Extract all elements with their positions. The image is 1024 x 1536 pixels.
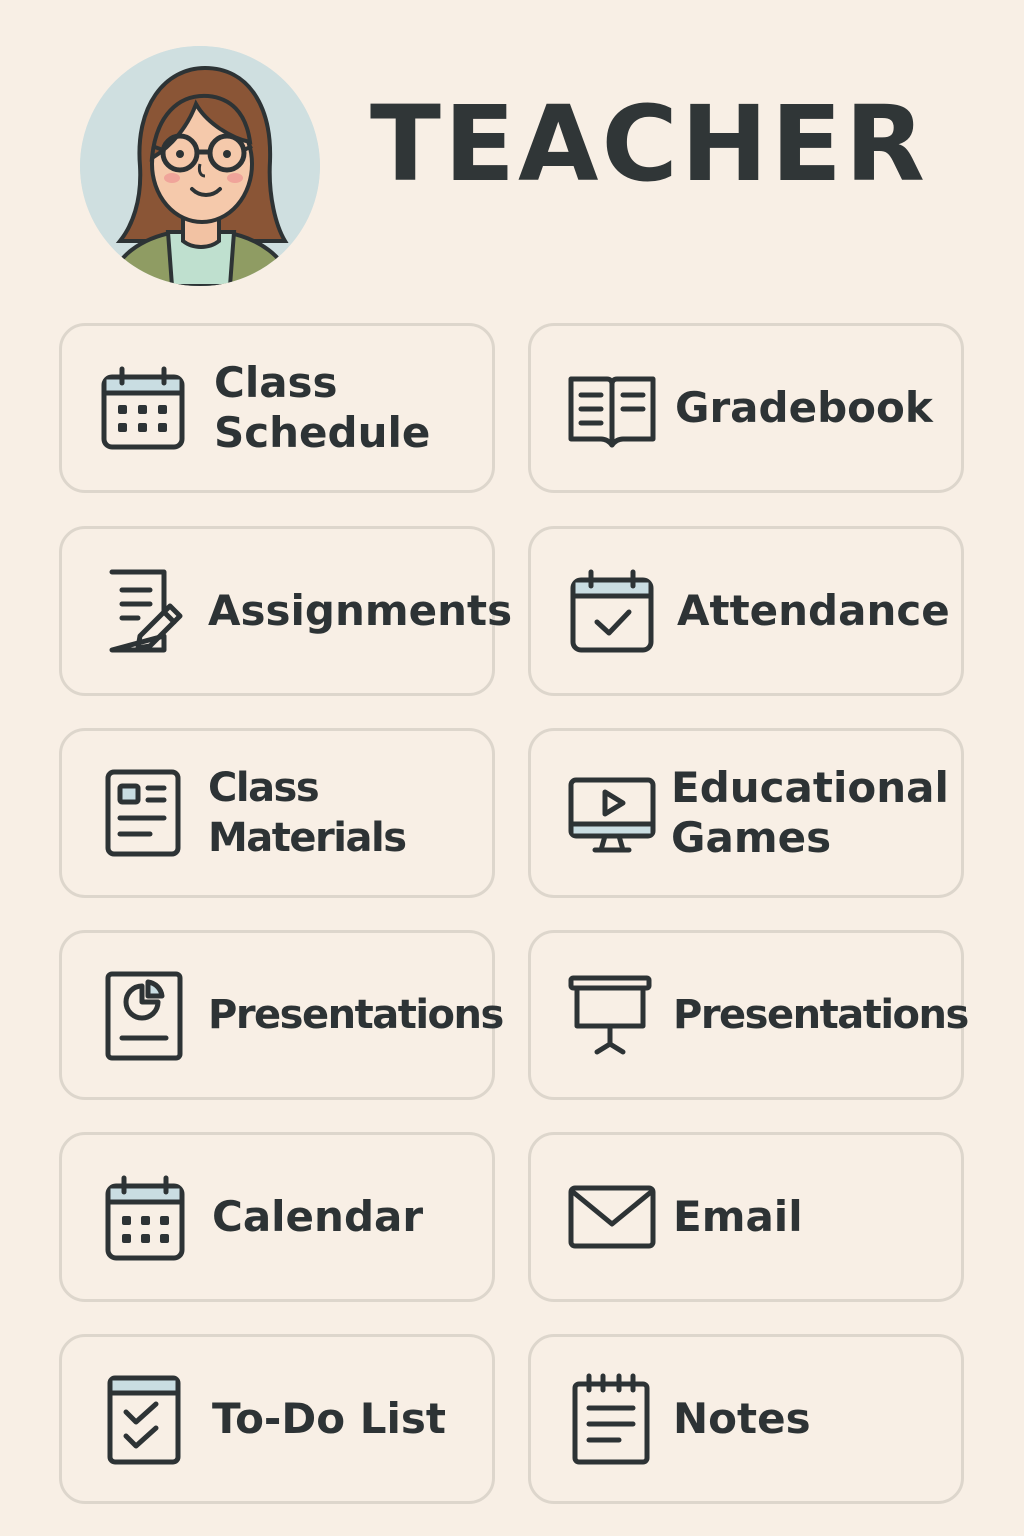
- tile-gradebook[interactable]: Gradebook: [528, 323, 964, 493]
- monitor-play-icon: [567, 768, 657, 858]
- tile-email[interactable]: Email: [528, 1132, 964, 1302]
- tile-class-materials[interactable]: Class Materials: [59, 728, 495, 898]
- tile-to-do-list[interactable]: To-Do List: [59, 1334, 495, 1504]
- tile-label: Educational Games: [671, 763, 949, 862]
- teacher-avatar-icon: [80, 46, 320, 286]
- tile-presentations-2[interactable]: Presentations: [528, 930, 969, 1100]
- tile-label: Assignments: [208, 586, 513, 635]
- tile-presentations-1[interactable]: Presentations: [59, 930, 504, 1100]
- tile-label: Notes: [673, 1394, 811, 1443]
- projector-screen-icon: [567, 970, 657, 1060]
- document-image-icon: [98, 768, 188, 858]
- tile-label: Class Materials: [208, 765, 407, 861]
- avatar: [80, 46, 320, 286]
- page-title: TEACHER: [370, 83, 928, 205]
- open-book-icon: [567, 363, 657, 453]
- calendar-check-icon: [567, 566, 657, 656]
- document-pencil-icon: [98, 566, 188, 656]
- tile-label: To-Do List: [212, 1394, 446, 1443]
- checklist-icon: [98, 1374, 188, 1465]
- teacher-dashboard: TEACHER Class Schedule Gradebook Assignm…: [0, 0, 1024, 1536]
- tile-calendar[interactable]: Calendar: [59, 1132, 495, 1302]
- tile-label: Gradebook: [675, 383, 933, 432]
- tile-assignments[interactable]: Assignments: [59, 526, 513, 696]
- tile-notes[interactable]: Notes: [528, 1334, 964, 1504]
- tile-attendance[interactable]: Attendance: [528, 526, 964, 696]
- calendar-grid-icon: [98, 1172, 188, 1262]
- tile-label: Class Schedule: [214, 358, 431, 457]
- calendar-grid-icon: [98, 363, 188, 453]
- tile-label: Presentations: [673, 992, 969, 1038]
- tile-label: Email: [673, 1192, 803, 1241]
- envelope-icon: [567, 1172, 657, 1262]
- document-chart-icon: [98, 970, 188, 1061]
- tile-educational-games[interactable]: Educational Games: [528, 728, 964, 898]
- tile-label: Attendance: [677, 586, 950, 635]
- tile-label: Presentations: [208, 992, 504, 1038]
- notepad-icon: [567, 1373, 657, 1465]
- tile-label: Calendar: [212, 1192, 424, 1241]
- tile-class-schedule[interactable]: Class Schedule: [59, 323, 495, 493]
